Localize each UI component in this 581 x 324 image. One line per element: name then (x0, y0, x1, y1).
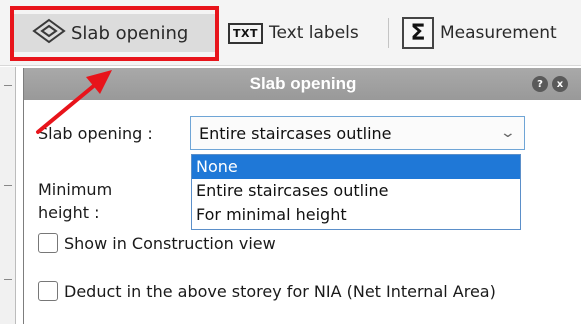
show-construction-view-row[interactable]: Show in Construction view (38, 233, 276, 253)
deduct-nia-label: Deduct in the above storey for NIA (Net … (64, 281, 496, 301)
strip-mark (4, 279, 12, 280)
red-highlight-box (10, 6, 219, 61)
minimum-height-label-line2: height : (38, 203, 100, 222)
deduct-nia-checkbox[interactable] (38, 281, 58, 301)
deduct-nia-row[interactable]: Deduct in the above storey for NIA (Net … (38, 281, 496, 301)
slab-opening-field-label: Slab opening : (38, 124, 153, 143)
show-construction-view-checkbox[interactable] (38, 233, 58, 253)
text-labels-tool-label: Text labels (269, 23, 359, 43)
panel-title-bar[interactable]: Slab opening ? x (24, 68, 581, 100)
dropdown-option-for-minimal-height[interactable]: For minimal height (192, 203, 520, 227)
help-icon[interactable]: ? (532, 76, 548, 92)
txt-icon: TXT (228, 22, 263, 44)
dropdown-option-entire-staircases-outline[interactable]: Entire staircases outline (192, 179, 520, 203)
toolbar: Slab opening TXT Text labels Σ Measureme… (0, 0, 581, 66)
left-side-strip (0, 67, 16, 324)
slab-opening-select-value: Entire staircases outline (199, 123, 392, 143)
chevron-down-icon[interactable]: ⌄ (500, 125, 516, 141)
strip-mark (4, 85, 12, 86)
measurements-tool-label: Measurement (440, 23, 557, 43)
strip-mark (4, 185, 12, 186)
panel-title: Slab opening (249, 74, 357, 93)
slab-opening-select[interactable]: Entire staircases outline ⌄ (190, 116, 525, 150)
close-icon[interactable]: x (552, 76, 568, 92)
show-construction-view-label: Show in Construction view (64, 233, 276, 253)
text-labels-tool-button[interactable]: TXT Text labels (228, 14, 359, 52)
toolbar-separator (388, 18, 389, 48)
slab-opening-panel: Slab opening ? x Slab opening : Entire s… (23, 68, 581, 324)
dropdown-option-none[interactable]: None (192, 155, 520, 179)
measurements-tool-button[interactable]: Σ Measurement (402, 14, 557, 52)
minimum-height-label-line1: Minimum (38, 180, 113, 199)
sigma-icon: Σ (402, 17, 434, 49)
slab-opening-dropdown-list: None Entire staircases outline For minim… (191, 154, 521, 230)
